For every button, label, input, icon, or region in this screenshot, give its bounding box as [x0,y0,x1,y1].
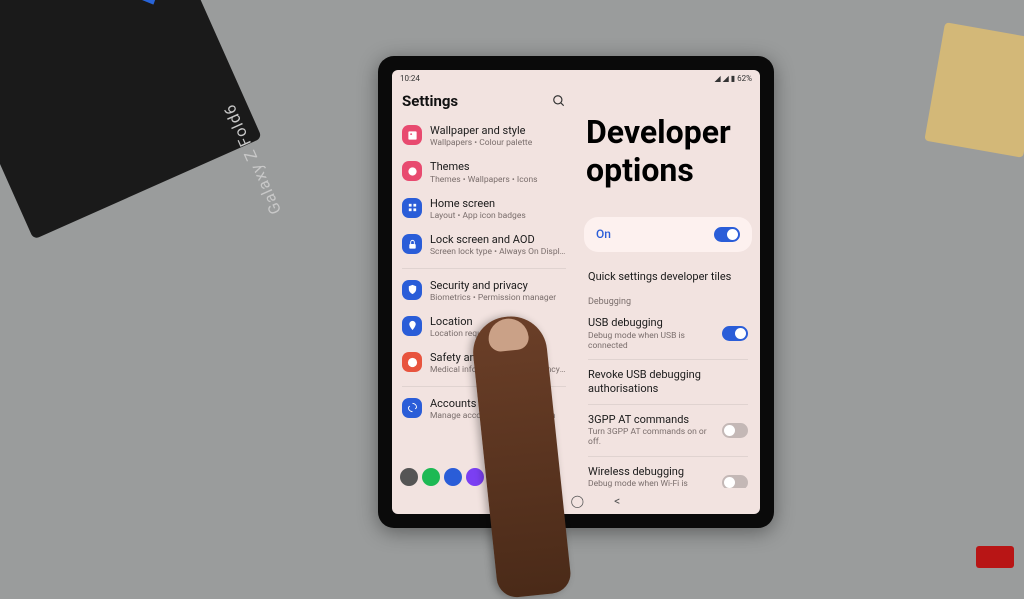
toggle[interactable] [722,326,748,341]
status-bar: 10:24 ◢ ◢ ▮ 62% [392,70,760,86]
item-subtitle: Themes • Wallpapers • Icons [430,175,566,185]
row-title: Wireless debugging [588,465,714,479]
product-box: Galaxy Z Fold6 [0,0,262,240]
palette-icon [402,161,422,181]
settings-item-lock-screen-and-aod[interactable]: Lock screen and AODScreen lock type • Al… [392,227,576,263]
item-title: Wallpaper and style [430,124,566,137]
item-subtitle: Layout • App icon badges [430,211,566,221]
item-subtitle: Screen lock type • Always On Display [430,247,566,257]
row-subtitle: Debug mode when USB is connected [588,331,714,351]
shield-icon [402,280,422,300]
option-truncated: Demo mode [576,258,760,263]
option-quick-settings-developer-tiles[interactable]: Quick settings developer tiles [576,263,760,291]
settings-item-home-screen[interactable]: Home screenLayout • App icon badges [392,191,576,227]
device-frame: 10:24 ◢ ◢ ▮ 62% Settings Wallpaper and s… [378,56,774,528]
section-debugging: Debugging [576,291,760,309]
item-title: Lock screen and AOD [430,233,566,246]
toggle[interactable] [722,475,748,488]
nav-back[interactable]: < [614,494,620,508]
dock-phone[interactable] [422,468,440,486]
product-name: Galaxy Z Fold6 [220,101,286,217]
screen: 10:24 ◢ ◢ ▮ 62% Settings Wallpaper and s… [392,70,760,514]
option-wireless-debugging[interactable]: Wireless debuggingDebug mode when Wi-Fi … [576,458,760,488]
pin-icon [402,316,422,336]
status-right: ◢ ◢ ▮ 62% [714,74,752,83]
row-subtitle: Debug mode when Wi-Fi is connected [588,479,714,488]
channel-logo [976,546,1014,568]
sync-icon [402,398,422,418]
dock-app[interactable] [400,468,418,486]
master-toggle-label: On [596,227,611,241]
settings-title: Settings [402,92,458,110]
option-usb-debugging[interactable]: USB debuggingDebug mode when USB is conn… [576,309,760,358]
settings-item-security-and-privacy[interactable]: Security and privacyBiometrics • Permiss… [392,273,576,309]
dock-browser[interactable] [466,468,484,486]
nav-bar: ||| ◯ < [392,488,760,514]
settings-item-themes[interactable]: Themes Themes • Wallpapers • Icons [392,154,576,190]
toggle[interactable] [722,423,748,438]
detail-pane: Developer options On Demo mode Quick sett… [576,86,760,488]
image-icon [402,125,422,145]
sos-icon [402,352,422,372]
row-title: Revoke USB debugging authorisations [588,368,748,396]
row-title: 3GPP AT commands [588,413,714,427]
item-title: Security and privacy [430,279,566,292]
shield-badge [97,0,185,19]
item-title: Home screen [430,197,566,210]
dock-messages[interactable] [444,468,462,486]
master-toggle-row[interactable]: On [584,217,752,252]
row-title: Quick settings developer tiles [588,270,748,284]
item-subtitle: Wallpapers • Colour palette [430,138,566,148]
item-title: Themes [430,160,566,173]
lock-icon [402,234,422,254]
item-subtitle: Biometrics • Permission manager [430,293,566,303]
option--gpp-at-commands[interactable]: 3GPP AT commandsTurn 3GPP AT commands on… [576,406,760,455]
nav-home[interactable]: ◯ [571,494,584,508]
wooden-object [924,22,1024,158]
row-title: USB debugging [588,316,714,330]
status-time: 10:24 [400,74,420,83]
search-icon[interactable] [552,94,566,108]
option-revoke-usb-debugging-authorisations[interactable]: Revoke USB debugging authorisations [576,361,760,403]
grid-icon [402,198,422,218]
master-toggle[interactable] [714,227,740,242]
detail-title: Developer options [576,107,760,195]
settings-item-wallpaper-and-style[interactable]: Wallpaper and styleWallpapers • Colour p… [392,118,576,154]
row-subtitle: Turn 3GPP AT commands on or off. [588,427,714,447]
